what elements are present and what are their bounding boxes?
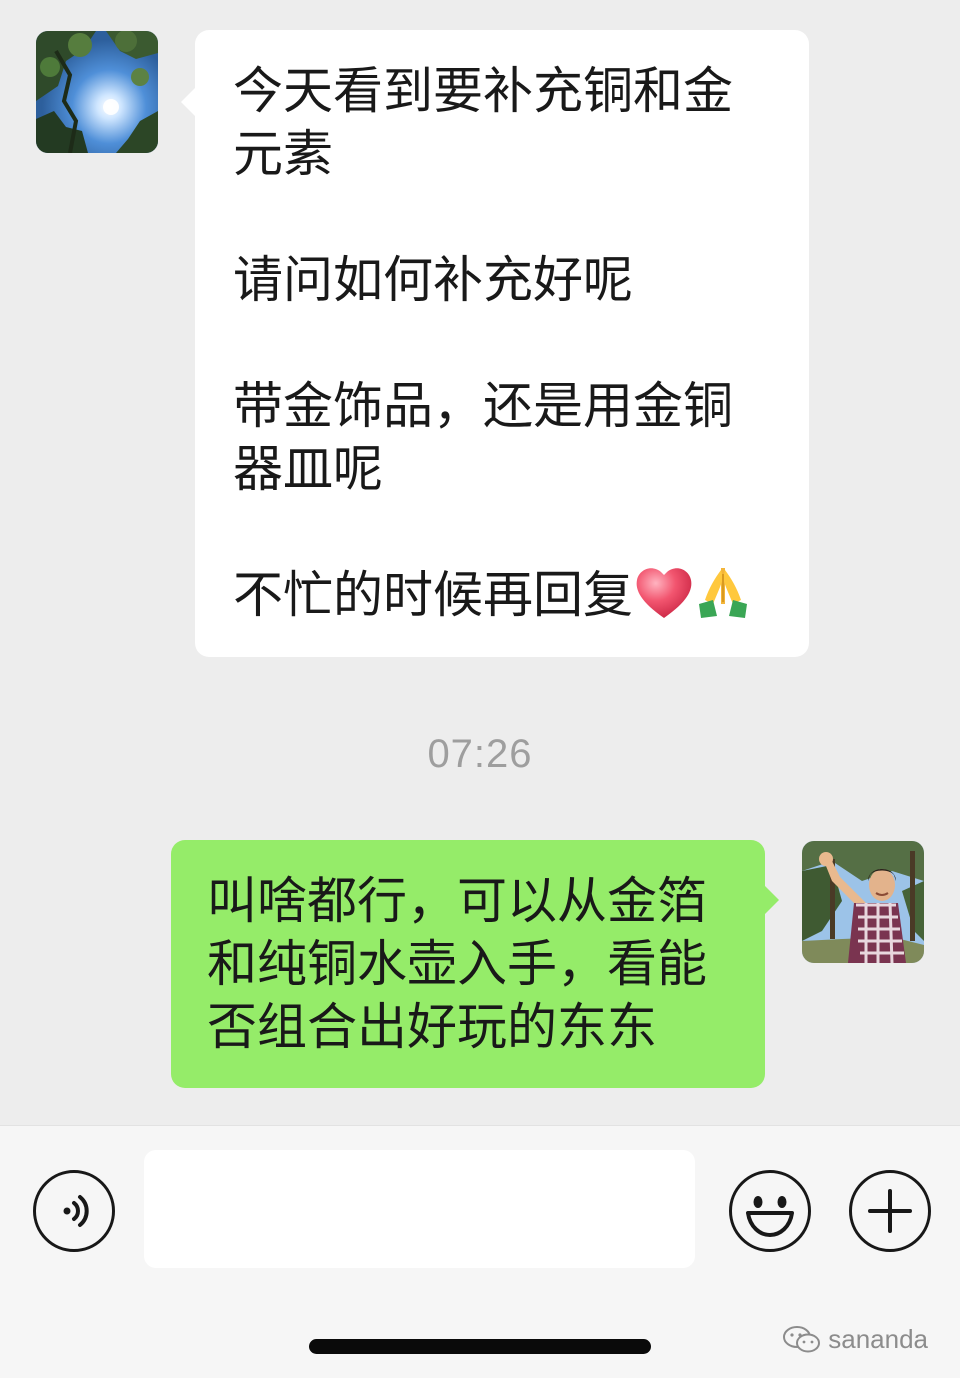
person-waving-avatar [802, 841, 924, 963]
message-timestamp: 07:26 [427, 732, 533, 776]
voice-button[interactable] [33, 1170, 115, 1252]
forest-sunlight-avatar [36, 31, 158, 153]
contact-avatar[interactable] [36, 31, 158, 153]
message-paragraph-3: 带金饰品，还是用金铜器皿呢 [233, 377, 733, 498]
input-bar: sananda [0, 1125, 960, 1378]
outgoing-message-bubble[interactable]: 叫啥都行，可以从金箔和纯铜水壶入手，看能否组合出好玩的东东 [171, 840, 779, 1088]
more-button[interactable] [849, 1170, 931, 1252]
wechat-icon [783, 1325, 821, 1352]
message-paragraph-4-line: 不忙的时候再回复 [233, 564, 771, 635]
home-indicator [309, 1339, 651, 1354]
watermark-text: sananda [828, 1324, 928, 1354]
chat-area[interactable]: 今天看到要补充铜和金元素 请问如何补充好呢 带金饰品，还是用金铜器皿呢 不忙的时… [0, 0, 960, 1125]
smiley-icon [746, 1196, 794, 1237]
message-paragraph-2: 请问如何补充好呢 [233, 251, 633, 309]
outgoing-message-text: 叫啥都行，可以从金箔和纯铜水壶入手，看能否组合出好玩的东东 [207, 872, 707, 1056]
emoji-button[interactable] [729, 1170, 811, 1252]
my-avatar[interactable] [802, 841, 924, 963]
incoming-message-bubble[interactable]: 今天看到要补充铜和金元素 请问如何补充好呢 带金饰品，还是用金铜器皿呢 不忙的时… [181, 30, 809, 657]
heart-icon [633, 564, 695, 635]
folded-hands-icon [695, 564, 751, 635]
watermark: sananda [782, 1324, 928, 1355]
plus-icon [868, 1189, 912, 1233]
message-input[interactable] [144, 1150, 695, 1268]
voice-icon [63, 1195, 89, 1227]
message-paragraph-4: 不忙的时候再回复 [233, 566, 633, 624]
message-paragraph-1: 今天看到要补充铜和金元素 [233, 62, 733, 183]
